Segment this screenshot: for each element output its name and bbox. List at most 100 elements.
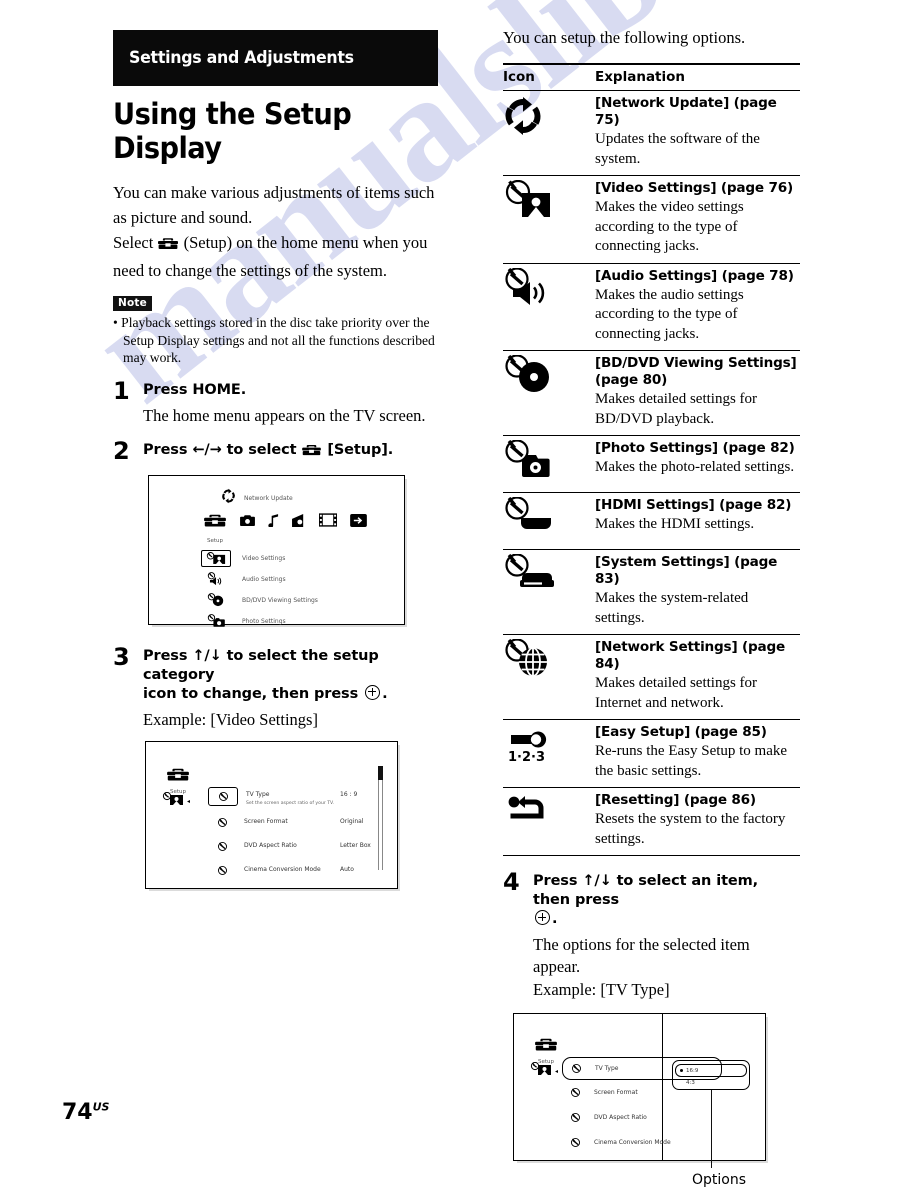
note-tag: Note [113,296,152,311]
step-3-heading: Press ↑/↓ to select the setup category i… [143,647,443,704]
video-settings-row-list: TV Type Set the screen aspect ratio of y… [208,786,386,886]
enter-button-icon [365,684,381,700]
wrench-icon [562,1137,588,1148]
step-3-heading-line2-pre: icon to change, then press [143,685,359,702]
row-name: Cinema Conversion Mode [244,865,321,873]
wrench-icon [208,814,236,831]
step-1-number: 1 [113,376,130,405]
right-column: You can setup the following options. Ico… [503,27,800,1188]
page-title: Using the Setup Display [113,97,352,165]
easy-setup-icon: 1·2·3 [503,724,563,766]
table-row[interactable]: TV Type Set the screen aspect ratio of y… [208,786,386,814]
video-settings-category-icon-group[interactable]: ◂ [530,1061,558,1081]
step-1-heading: Press HOME. [143,381,247,398]
radio-icon [292,513,306,532]
hdmi-settings-icon [503,496,563,543]
table-row[interactable]: Screen Format Original [208,814,386,838]
list-item[interactable]: DVD Aspect Ratio [562,1105,722,1130]
list-item[interactable]: BD/DVD Viewing Settings [201,590,318,611]
section-band: Settings and Adjustments [113,30,438,86]
video-settings-icon [201,549,231,567]
table-row[interactable]: [System Settings] (page 83) Makes the sy… [503,550,800,635]
setup-options-table: Icon Explanation [Network Update] (page … [503,63,800,856]
wrench-icon [208,838,236,855]
wrench-icon [208,786,238,806]
list-item[interactable]: Video Settings [201,548,318,569]
list-item[interactable]: Photo Settings [201,611,318,632]
option-description: Resets the system to the factory setting… [595,811,786,847]
video-settings-category-icon-group[interactable]: ◂ [162,791,190,811]
table-row[interactable]: [BD/DVD Viewing Settings] (page 80) Make… [503,351,800,436]
row-label: TV Type Set the screen aspect ratio of y… [238,787,340,808]
photo-settings-icon [201,614,231,628]
home-network-update-row: Network Update [221,488,293,509]
tv-type-illustration: Setup ◂ TV Type Screen Format DVD Aspect… [513,1013,766,1188]
table-row[interactable]: [Video Settings] (page 76) Makes the vid… [503,176,800,263]
options-lead-in: You can setup the following options. [503,28,746,47]
page-number-suffix: US [92,1100,110,1114]
table-row[interactable]: [Network Update] (page 75) Updates the s… [503,91,800,176]
option-title: [System Settings] (page 83) [595,554,778,587]
table-header-row: Icon Explanation [503,63,800,91]
option-description: Makes detailed settings for Internet and… [595,675,758,711]
option-label: 4:3 [686,1079,695,1086]
step-3-heading-line2-post: . [382,685,388,702]
option-title: [Photo Settings] (page 82) [595,440,795,456]
option-label: 16:9 [686,1067,699,1074]
table-row[interactable]: [Network Settings] (page 84) Makes detai… [503,635,800,720]
home-xmb-icon-row [203,512,367,534]
step-2: 2 Press ←/→ to select [Setup]. [113,437,443,465]
input-icon [350,513,367,532]
column-header-icon: Icon [503,63,595,91]
scrollbar[interactable] [378,765,383,870]
column-header-explanation: Explanation [595,63,800,91]
bd-dvd-viewing-settings-icon [503,354,563,401]
network-update-icon [221,488,236,509]
setup-toolbox-icon [166,768,190,787]
table-row[interactable]: 1·2·3 [Easy Setup] (page 85) Re-runs the… [503,720,800,788]
intro-line-3: Select (Setup) on the home menu when you [113,231,443,257]
table-row[interactable]: DVD Aspect Ratio Letter Box [208,838,386,862]
option-title: [Network Settings] (page 84) [595,639,786,672]
scrollbar-thumb[interactable] [378,765,383,780]
option-item-selected[interactable]: 16:9 [675,1064,747,1077]
radio-selected-icon [680,1069,683,1072]
table-row[interactable]: [Photo Settings] (page 82) Makes the pho… [503,436,800,493]
row-name: TV Type [246,790,270,798]
video-film-icon [319,513,337,532]
resetting-icon [503,792,563,830]
step-4: 4 Press ↑/↓ to select an item, then pres… [503,868,800,1001]
options-popup[interactable]: 16:9 4:3 [672,1060,750,1090]
option-description: Makes the photo-related settings. [595,459,795,475]
list-item[interactable]: Audio Settings [201,569,318,590]
table-row[interactable]: [Audio Settings] (page 78) Makes the aud… [503,263,800,351]
video-settings-icon [162,791,184,811]
step-4-number: 4 [503,868,520,896]
page-number-value: 74 [62,1100,93,1125]
enter-button-icon [535,910,550,925]
note-body: • Playback settings stored in the disc t… [113,315,435,365]
home-setup-category-list: Video Settings Audio Settings BD/DVD Vie… [201,548,318,632]
step-4-text-1: The options for the selected item appear… [533,935,750,976]
left-column: Settings and Adjustments Using the Setup… [113,30,443,889]
option-title: [Resetting] (page 86) [595,792,756,808]
wrench-icon [208,862,236,879]
video-settings-illustration: Setup ◂ TV Type Set the screen aspect ra… [145,740,398,889]
list-item-label: BD/DVD Viewing Settings [242,596,318,604]
option-title: [BD/DVD Viewing Settings] (page 80) [595,355,797,388]
option-description: Updates the software of the system. [595,131,760,167]
list-item[interactable]: Cinema Conversion Mode [562,1130,722,1155]
table-row[interactable]: [Resetting] (page 86) Resets the system … [503,788,800,856]
option-title: [Audio Settings] (page 78) [595,267,794,284]
option-item[interactable]: 4:3 [678,1077,744,1088]
row-name: Screen Format [244,817,288,825]
svg-text:1·2·3: 1·2·3 [508,750,545,765]
step-4-heading-line1: Press ↑/↓ to select an item, then press [533,873,759,908]
table-row[interactable]: [HDMI Settings] (page 82) Makes the HDMI… [503,493,800,550]
option-description: Makes the system-related settings. [595,590,749,626]
table-row[interactable]: Cinema Conversion Mode Auto [208,862,386,886]
option-description: Re-runs the Easy Setup to make the basic… [595,743,788,779]
wrench-icon [562,1112,588,1123]
option-title: [Video Settings] (page 76) [595,180,794,196]
step-2-number: 2 [113,436,130,465]
